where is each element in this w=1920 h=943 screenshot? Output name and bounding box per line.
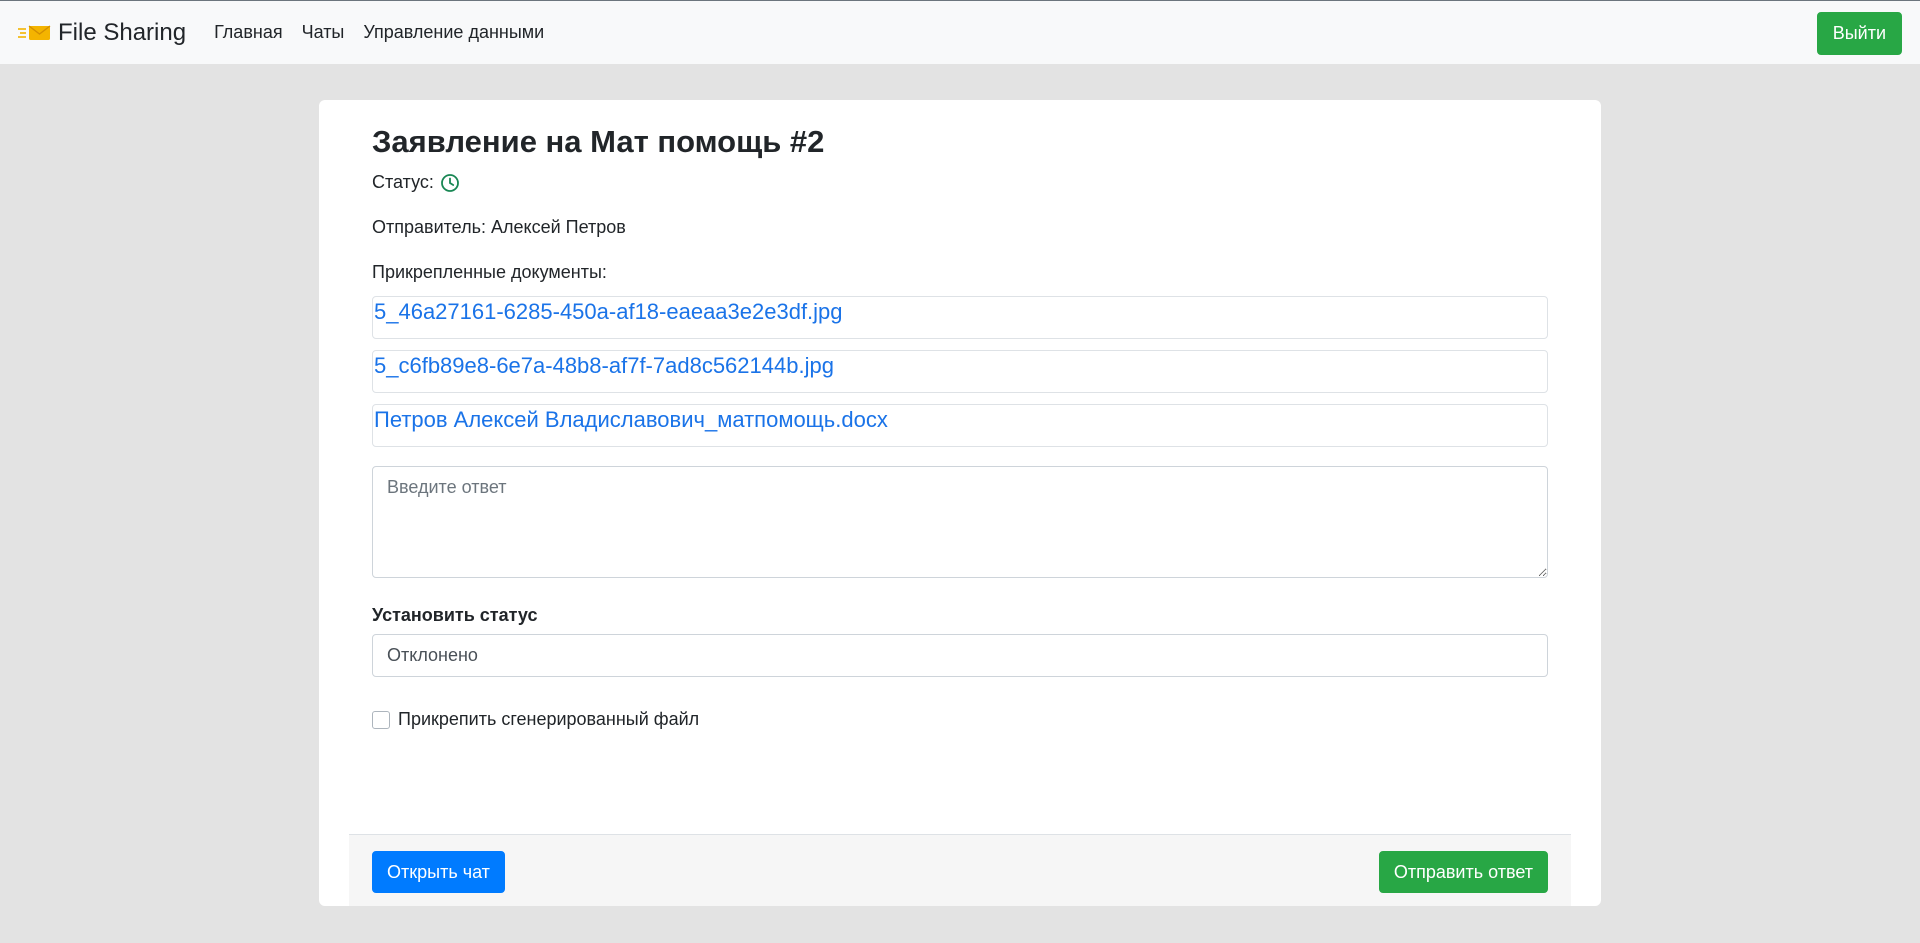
request-card: Заявление на Мат помощь #2 Статус: Отпра…	[319, 100, 1601, 906]
card-footer: Открыть чат Отправить ответ	[349, 834, 1571, 906]
envelope-icon	[18, 23, 52, 43]
attach-generated-label: Прикрепить сгенерированный файл	[398, 709, 700, 729]
document-link[interactable]: Петров Алексей Владиславович_матпомощь.d…	[374, 407, 888, 432]
document-link[interactable]: 5_46a27161-6285-450a-af18-eaeaa3e2e3df.j…	[374, 299, 843, 324]
document-item: 5_c6fb89e8-6e7a-48b8-af7f-7ad8c562144b.j…	[372, 350, 1548, 393]
brand[interactable]: File Sharing	[18, 19, 186, 47]
status-label: Статус:	[372, 172, 434, 192]
logout-button[interactable]: Выйти	[1816, 12, 1902, 55]
reply-textarea[interactable]	[372, 466, 1548, 578]
document-item: Петров Алексей Владиславович_матпомощь.d…	[372, 404, 1548, 447]
attached-documents-label: Прикрепленные документы:	[372, 262, 607, 282]
open-chat-button[interactable]: Открыть чат	[372, 851, 505, 893]
nav-link-data-management[interactable]: Управление данными	[363, 22, 544, 43]
clock-icon	[440, 173, 460, 193]
send-reply-button[interactable]: Отправить ответ	[1378, 851, 1548, 893]
document-list: 5_46a27161-6285-450a-af18-eaeaa3e2e3df.j…	[372, 296, 1548, 458]
set-status-label: Установить статус	[372, 605, 538, 625]
status-line: Статус:	[372, 172, 460, 193]
attach-generated-checkbox[interactable]	[372, 710, 390, 729]
navbar: File Sharing Главная Чаты Управление дан…	[0, 0, 1920, 64]
document-item: 5_46a27161-6285-450a-af18-eaeaa3e2e3df.j…	[372, 296, 1548, 339]
sender: Отправитель: Алексей Петров	[372, 217, 626, 237]
status-select-value: Отклонено	[387, 645, 478, 665]
page-title: Заявление на Мат помощь #2	[372, 124, 825, 159]
brand-name: File Sharing	[58, 18, 187, 46]
document-link[interactable]: 5_c6fb89e8-6e7a-48b8-af7f-7ad8c562144b.j…	[374, 353, 834, 378]
attach-generated-row[interactable]: Прикрепить сгенерированный файл	[372, 709, 699, 730]
nav-link-chats[interactable]: Чаты	[302, 22, 345, 43]
nav-link-home[interactable]: Главная	[214, 22, 283, 43]
status-select[interactable]: Отклонено	[372, 634, 1548, 677]
